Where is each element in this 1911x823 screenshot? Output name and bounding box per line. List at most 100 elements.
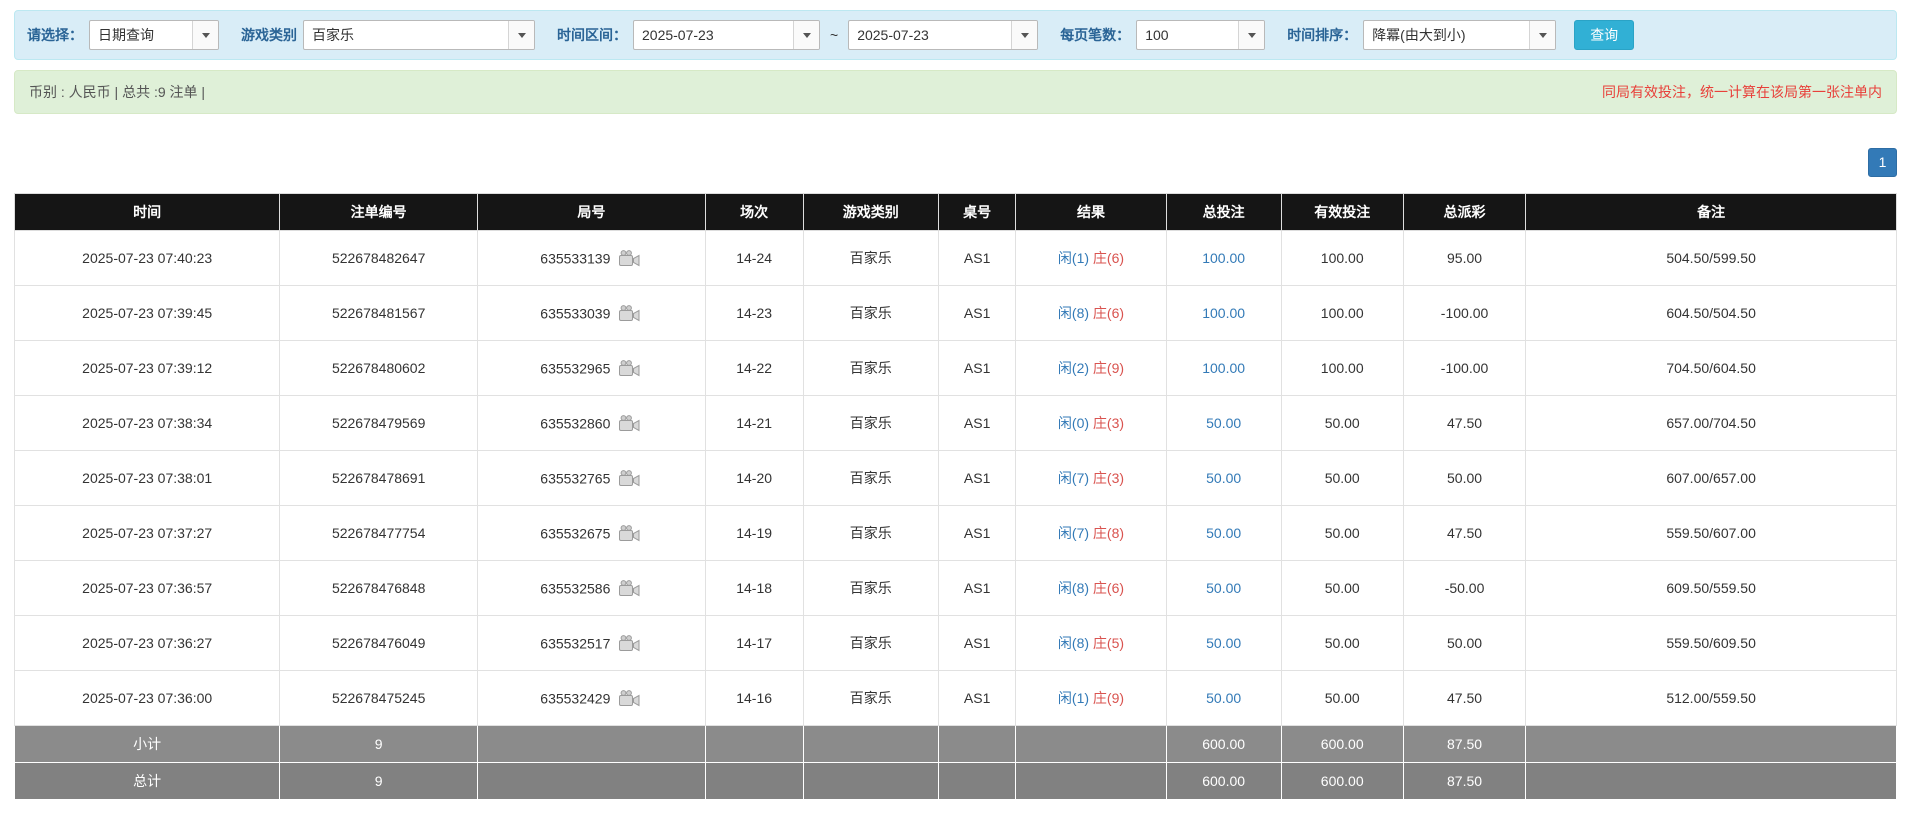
game-type-label: 游戏类别 [241, 27, 297, 43]
cell-time: 2025-07-23 07:36:00 [13, 670, 281, 726]
cell-total-bet: 50.00 [1165, 505, 1282, 561]
video-replay-icon[interactable] [617, 634, 642, 652]
chevron-down-icon[interactable] [1238, 21, 1265, 49]
cell-game-type: 百家乐 [802, 285, 940, 341]
video-replay-icon[interactable] [617, 359, 642, 377]
result-player: 闲(7) [1057, 470, 1090, 486]
cell-game-type: 百家乐 [802, 450, 940, 506]
same-round-note: 同局有效投注，统一计算在该局第一张注单内 [1602, 84, 1882, 100]
filter-bar: 请选择： 日期查询 游戏类别 百家乐 时间区间： 2025-07-23 ~ 20… [14, 10, 1897, 60]
date-to-select[interactable]: 2025-07-23 [848, 20, 1039, 50]
round-id: 635532429 [540, 690, 611, 707]
video-replay-icon[interactable] [617, 414, 642, 432]
sort-order-label: 时间排序： [1287, 27, 1358, 43]
video-replay-icon[interactable] [617, 469, 642, 487]
cell-total-bet: 50.00 [1165, 450, 1282, 506]
cell-round-id: 635532586 [476, 560, 706, 616]
cell-note: 559.50/609.50 [1525, 615, 1897, 671]
result-player: 闲(7) [1057, 525, 1090, 541]
total-bet-link[interactable]: 50.00 [1206, 470, 1241, 486]
cell-round-id: 635532517 [476, 615, 706, 671]
result-banker: 庄(3) [1092, 470, 1125, 486]
total-bet-link[interactable]: 100.00 [1202, 305, 1245, 321]
cell-bet-id: 522678478691 [279, 450, 478, 506]
cell-note: 559.50/607.00 [1525, 505, 1897, 561]
total-bet-link[interactable]: 50.00 [1206, 690, 1241, 706]
cell-valid-bet: 100.00 [1280, 285, 1404, 341]
chevron-down-icon[interactable] [793, 21, 819, 49]
cell-bet-id: 522678479569 [279, 395, 478, 451]
video-replay-icon[interactable] [617, 579, 642, 597]
total-bet-link[interactable]: 50.00 [1206, 635, 1241, 651]
page-button-1[interactable]: 1 [1868, 148, 1897, 177]
date-from-select[interactable]: 2025-07-23 [633, 20, 820, 50]
pagination: 1 [14, 148, 1897, 177]
cell-valid-bet: 100.00 [1280, 340, 1404, 396]
cell-note: 609.50/559.50 [1525, 560, 1897, 616]
cell-table-no: AS1 [938, 450, 1017, 506]
chevron-down-icon[interactable] [192, 21, 218, 49]
cell-time: 2025-07-23 07:38:01 [13, 450, 281, 506]
table-row: 2025-07-23 07:36:57 522678476848 635532586… [13, 560, 1897, 616]
chevron-down-icon[interactable] [1011, 21, 1038, 49]
table-row: 2025-07-23 07:36:00 522678475245 635532429… [13, 670, 1897, 726]
video-replay-icon[interactable] [617, 249, 642, 267]
footer-empty-cell [476, 762, 706, 800]
cell-total-bet: 50.00 [1165, 395, 1282, 451]
cell-time: 2025-07-23 07:39:12 [13, 340, 281, 396]
cell-game-type: 百家乐 [802, 230, 940, 286]
cell-table-no: AS1 [938, 615, 1017, 671]
video-replay-icon[interactable] [617, 689, 642, 707]
footer-empty-cell [704, 725, 804, 763]
cell-result: 闲(1) 庄(6) [1015, 230, 1167, 286]
summary-bar: 币别 : 人民币 | 总共 :9 注单 | 同局有效投注，统一计算在该局第一张注… [14, 70, 1897, 114]
cell-table-no: AS1 [938, 285, 1017, 341]
subtotal-row: 小计 9 600.00 600.00 87.50 [13, 725, 1897, 763]
chevron-down-icon[interactable] [508, 21, 534, 49]
page-size-select[interactable]: 100 [1136, 20, 1266, 50]
result-banker: 庄(9) [1092, 690, 1125, 706]
query-type-select[interactable]: 日期查询 [89, 20, 219, 50]
chevron-down-icon[interactable] [1529, 21, 1556, 49]
cell-note: 512.00/559.50 [1525, 670, 1897, 726]
round-id: 635533039 [540, 305, 611, 322]
cell-payout: 50.00 [1402, 615, 1527, 671]
round-id: 635533139 [540, 250, 611, 267]
column-header: 场次 [704, 193, 804, 231]
footer-empty-cell [802, 725, 940, 763]
footer-count: 9 [279, 762, 478, 800]
game-type-select[interactable]: 百家乐 [303, 20, 535, 50]
cell-table-no: AS1 [938, 505, 1017, 561]
date-from-value: 2025-07-23 [642, 27, 714, 43]
cell-total-bet: 50.00 [1165, 615, 1282, 671]
total-bet-link[interactable]: 100.00 [1202, 250, 1245, 266]
table-row: 2025-07-23 07:38:34 522678479569 635532860… [13, 395, 1897, 451]
total-bet-link[interactable]: 50.00 [1206, 415, 1241, 431]
table-body: 2025-07-23 07:40:23 522678482647 635533139… [13, 230, 1897, 726]
column-header: 注单编号 [279, 193, 478, 231]
cell-valid-bet: 50.00 [1280, 505, 1404, 561]
caret-icon [201, 32, 210, 38]
cell-payout: 47.50 [1402, 395, 1527, 451]
table-row: 2025-07-23 07:40:23 522678482647 635533139… [13, 230, 1897, 286]
cell-session: 14-19 [704, 505, 804, 561]
cell-table-no: AS1 [938, 560, 1017, 616]
total-bet-link[interactable]: 100.00 [1202, 360, 1245, 376]
video-replay-icon[interactable] [617, 524, 642, 542]
total-bet-link[interactable]: 50.00 [1206, 580, 1241, 596]
table-row: 2025-07-23 07:39:45 522678481567 635533039… [13, 285, 1897, 341]
round-id: 635532765 [540, 470, 611, 487]
cell-valid-bet: 50.00 [1280, 450, 1404, 506]
search-button[interactable]: 查询 [1574, 20, 1635, 50]
cell-session: 14-17 [704, 615, 804, 671]
round-id: 635532675 [540, 525, 611, 542]
cell-payout: 47.50 [1402, 670, 1527, 726]
cell-payout: -50.00 [1402, 560, 1527, 616]
total-bet-link[interactable]: 50.00 [1206, 525, 1241, 541]
video-replay-icon[interactable] [617, 304, 642, 322]
cell-bet-id: 522678476049 [279, 615, 478, 671]
cell-table-no: AS1 [938, 340, 1017, 396]
cell-time: 2025-07-23 07:40:23 [13, 230, 281, 286]
cell-payout: 50.00 [1402, 450, 1527, 506]
sort-order-select[interactable]: 降冪(由大到小) [1363, 20, 1557, 50]
